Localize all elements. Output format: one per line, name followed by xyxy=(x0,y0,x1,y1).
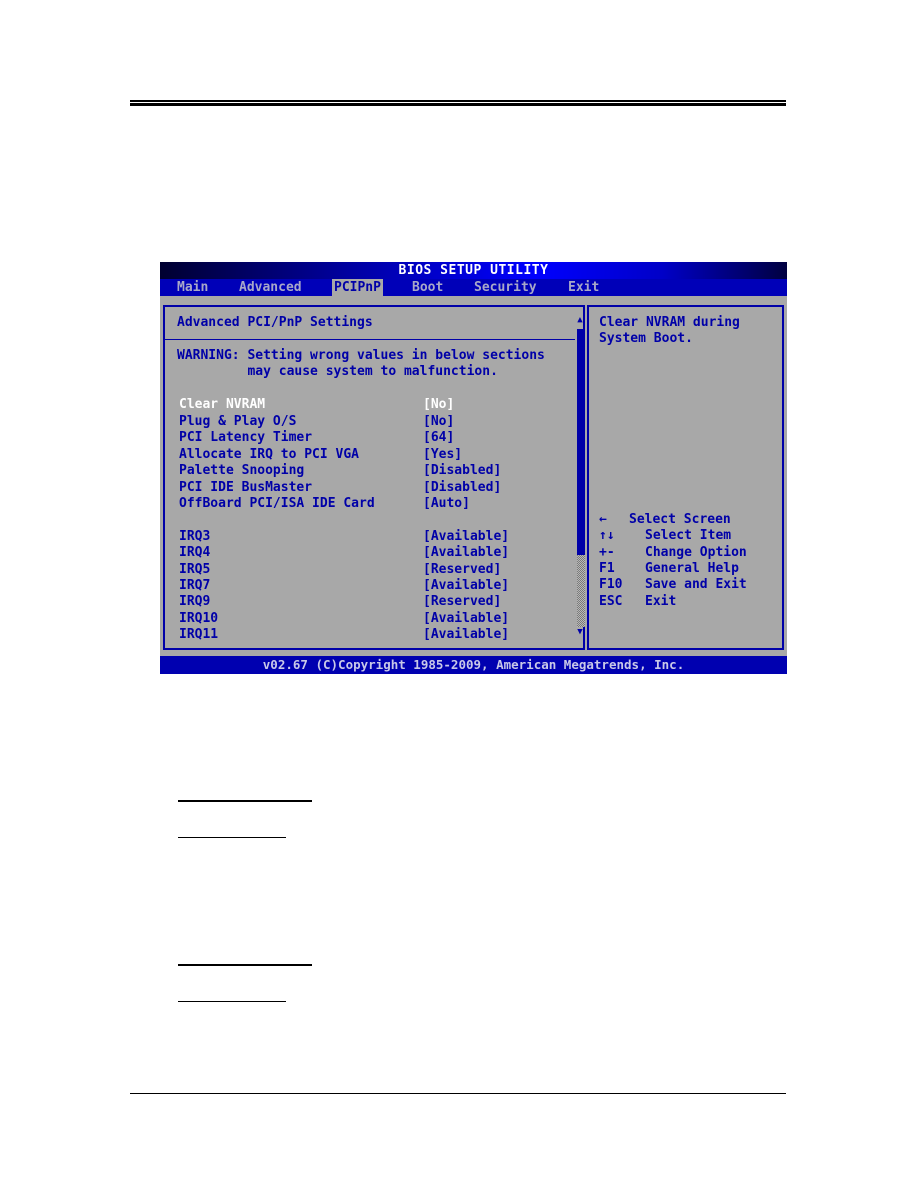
irq-label[interactable]: IRQ9 xyxy=(179,594,210,610)
key-name: ESC xyxy=(599,593,623,609)
section-underline-4 xyxy=(178,1001,286,1002)
irq-label[interactable]: IRQ5 xyxy=(179,562,210,578)
footer-rule xyxy=(130,1093,786,1094)
setting-label[interactable]: OffBoard PCI/ISA IDE Card xyxy=(179,496,375,512)
setting-value[interactable]: [Auto] xyxy=(423,496,470,512)
setting-label[interactable]: PCI Latency Timer xyxy=(179,430,312,446)
scrollbar-thumb[interactable] xyxy=(577,329,585,555)
key-description: Save and Exit xyxy=(645,577,747,593)
heading-separator xyxy=(165,339,575,340)
setting-value[interactable]: [Disabled] xyxy=(423,480,501,496)
key-description: Select Screen xyxy=(629,512,731,527)
key-name: F1 xyxy=(599,560,615,576)
irq-value[interactable]: [Available] xyxy=(423,627,509,643)
header-rule-thin xyxy=(130,100,786,102)
help-panel: Clear NVRAM during System Boot. ← Select … xyxy=(587,305,784,650)
setting-value[interactable]: [Disabled] xyxy=(423,463,501,479)
tab-security[interactable]: Security xyxy=(472,279,539,296)
irq-value[interactable]: [Reserved] xyxy=(423,594,501,610)
warning-line-2: may cause system to malfunction. xyxy=(177,364,498,379)
key-description: Exit xyxy=(645,593,677,609)
setting-label[interactable]: Clear NVRAM xyxy=(179,397,265,413)
header-double-rule xyxy=(130,100,786,106)
key-description: General Help xyxy=(645,560,739,576)
irq-label[interactable]: IRQ7 xyxy=(179,578,210,594)
setting-value[interactable]: [Yes] xyxy=(423,447,462,463)
scrollbar-track[interactable] xyxy=(577,329,585,627)
scroll-up-arrow-icon[interactable]: ▲ xyxy=(575,315,585,325)
key-name: F10 xyxy=(599,577,623,593)
irq-value[interactable]: [Available] xyxy=(423,611,509,627)
panel-heading: Advanced PCI/PnP Settings xyxy=(177,315,373,330)
bios-title: BIOS SETUP UTILITY xyxy=(160,262,787,279)
bios-copyright-bar: v02.67 (C)Copyright 1985-2009, American … xyxy=(160,656,787,674)
irq-value[interactable]: [Available] xyxy=(423,545,509,561)
help-text-line-2: System Boot. xyxy=(599,331,693,346)
irq-label[interactable]: IRQ4 xyxy=(179,545,210,561)
setting-label[interactable]: Allocate IRQ to PCI VGA xyxy=(179,447,359,463)
irq-label[interactable]: IRQ3 xyxy=(179,529,210,545)
irq-value[interactable]: [Available] xyxy=(423,578,509,594)
section-underline-1 xyxy=(178,800,312,802)
warning-line-1: WARNING: Setting wrong values in below s… xyxy=(177,348,545,363)
tab-main[interactable]: Main xyxy=(175,279,210,296)
setting-value[interactable]: [64] xyxy=(423,430,454,446)
setting-label[interactable]: Plug & Play O/S xyxy=(179,414,296,430)
section-underline-3 xyxy=(178,964,312,966)
settings-panel: Advanced PCI/PnP Settings WARNING: Setti… xyxy=(163,305,585,650)
tab-boot[interactable]: Boot xyxy=(410,279,445,296)
irq-label[interactable]: IRQ11 xyxy=(179,627,218,643)
setting-value[interactable]: [No] xyxy=(423,414,454,430)
left-arrow-icon: ← xyxy=(599,512,607,527)
bios-menu-bar: Main Advanced PCIPnP Boot Security Exit xyxy=(160,279,787,296)
bios-setup-screen: BIOS SETUP UTILITY Main Advanced PCIPnP … xyxy=(160,262,787,674)
irq-label[interactable]: IRQ10 xyxy=(179,611,218,627)
setting-value[interactable]: [No] xyxy=(423,397,454,413)
tab-pcipnp[interactable]: PCIPnP xyxy=(332,279,383,296)
key-name: +- xyxy=(599,544,615,560)
scroll-down-arrow-icon[interactable]: ▼ xyxy=(575,627,585,637)
section-underline-2 xyxy=(178,837,286,838)
key-description: Change Option xyxy=(645,544,747,560)
irq-value[interactable]: [Available] xyxy=(423,529,509,545)
header-rule-thick xyxy=(130,103,786,106)
key-description: Select Item xyxy=(645,528,732,544)
help-text-line-1: Clear NVRAM during xyxy=(599,315,740,330)
irq-value[interactable]: [Reserved] xyxy=(423,562,501,578)
tab-advanced[interactable]: Advanced xyxy=(237,279,304,296)
tab-exit[interactable]: Exit xyxy=(566,279,601,296)
up-down-arrows-icon: ↑↓ xyxy=(599,528,615,544)
setting-label[interactable]: Palette Snooping xyxy=(179,463,304,479)
setting-label[interactable]: PCI IDE BusMaster xyxy=(179,480,312,496)
